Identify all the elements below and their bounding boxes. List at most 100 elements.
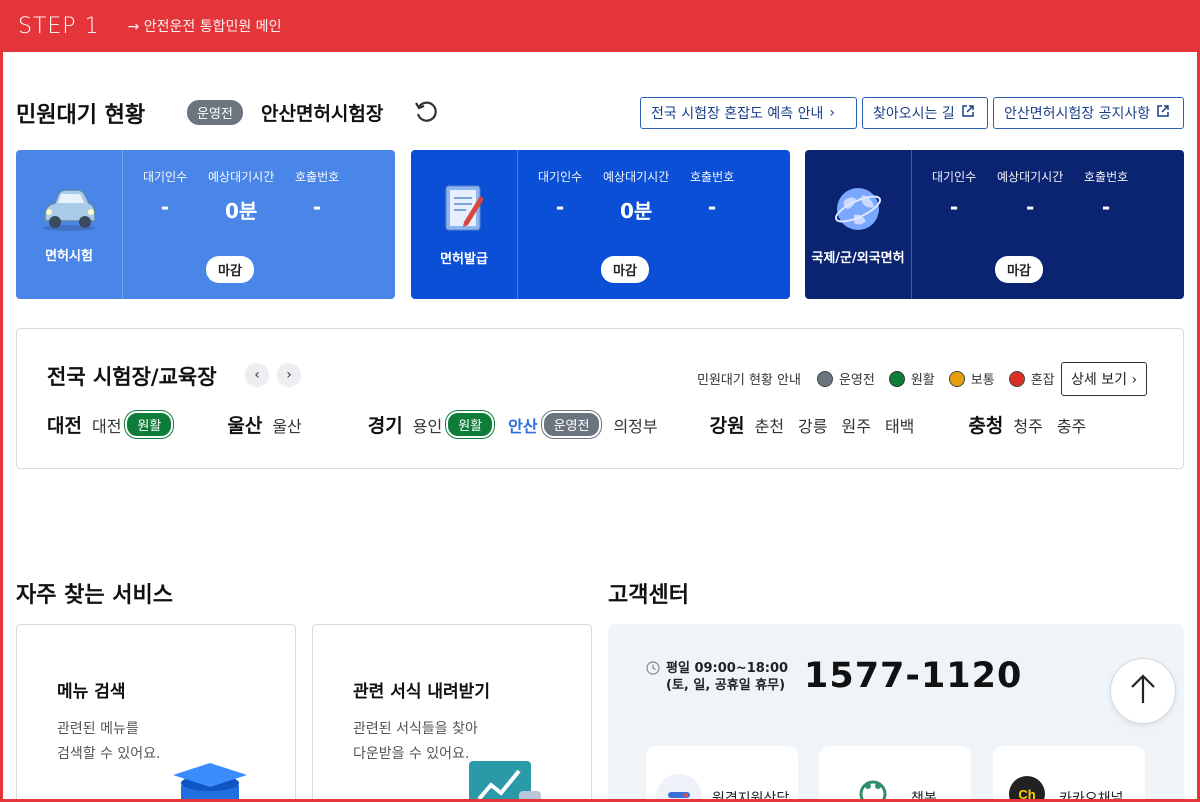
legend-dot xyxy=(888,370,905,387)
chevron-left-icon: ‹ xyxy=(254,367,260,383)
car-icon xyxy=(37,185,101,237)
scroll-top-button[interactable] xyxy=(1110,658,1176,724)
center-ansan[interactable]: 안산 xyxy=(508,413,537,437)
channel-label: 챗봇 xyxy=(911,791,937,799)
region-gangwon: 강원 xyxy=(709,415,745,437)
chevron-right-icon: › xyxy=(829,105,835,121)
region-gyeonggi: 경기 xyxy=(367,415,403,437)
prev-button[interactable]: ‹ xyxy=(245,363,269,387)
card-title: 메뉴 검색 xyxy=(57,682,126,702)
call-number: - xyxy=(707,195,717,219)
wait-time-label: 예상대기시간 xyxy=(603,170,670,184)
region-daejeon: 대전 xyxy=(47,415,82,437)
arrow-up-icon xyxy=(1129,673,1157,709)
clock-icon xyxy=(646,660,660,679)
center-taebaek[interactable]: 태백 xyxy=(885,413,914,437)
wait-card-international[interactable]: 국제/군/외국면허 대기인수 - 예상대기시간 - 호출번호 - 마감 xyxy=(805,150,1184,299)
center-daejeon[interactable]: 대전 xyxy=(92,413,121,437)
step-subtitle: → 안전운전 통합민원 메인 xyxy=(127,19,282,35)
center-wonju[interactable]: 원주 xyxy=(842,413,871,437)
call-number: - xyxy=(312,195,322,219)
waiting-count: - xyxy=(949,195,959,219)
main-content: 민원대기 현황 운영전 안산면허시험장 전국 시험장 혼잡도 예측 안내 › 찾… xyxy=(3,52,1197,799)
external-link-icon xyxy=(961,104,975,122)
waiting-count-label: 대기인수 xyxy=(143,170,188,184)
wait-card-head: 면허발급 xyxy=(411,150,518,299)
congestion-forecast-link[interactable]: 전국 시험장 혼잡도 예측 안내 › xyxy=(640,97,857,129)
card-label: 국제/군/외국면허 xyxy=(811,251,905,266)
congestion-forecast-label: 전국 시험장 혼잡도 예측 안내 xyxy=(651,106,824,122)
center-chungju[interactable]: 충주 xyxy=(1057,413,1086,437)
kakao-channel-card[interactable]: Ch 카카오채널 xyxy=(993,746,1145,799)
wait-time: - xyxy=(1025,195,1035,219)
chevron-right-icon: › xyxy=(286,367,292,383)
site-name: 안산면허시험장 xyxy=(261,103,384,125)
card-label: 면허발급 xyxy=(440,252,488,267)
region-ulsan: 울산 xyxy=(227,415,263,437)
directions-link[interactable]: 찾아오시는 길 xyxy=(862,97,988,129)
hours: 평일 09:00~18:00 (토, 일, 공휴일 휴무) xyxy=(666,660,788,694)
legend-label: 운영전 xyxy=(838,373,875,388)
legend-label: 보통 xyxy=(970,373,995,388)
wait-time: 0분 xyxy=(619,199,653,223)
notice-label: 안산면허시험장 공지사항 xyxy=(1004,106,1151,122)
call-number-label: 호출번호 xyxy=(1084,170,1129,184)
center-ulsan[interactable]: 울산 xyxy=(272,413,301,437)
chatbot-card[interactable]: 챗봇 xyxy=(819,746,971,799)
legend-dot xyxy=(816,370,833,387)
channel-label: 카카오채널 xyxy=(1059,791,1124,799)
center-chuncheon[interactable]: 춘천 xyxy=(755,413,784,437)
status-badge: 원활 xyxy=(125,411,174,438)
status-badge: 운영전 xyxy=(541,411,602,438)
notice-link[interactable]: 안산면허시험장 공지사항 xyxy=(993,97,1184,129)
wait-card-head: 국제/군/외국면허 xyxy=(805,150,912,299)
waiting-count: - xyxy=(160,195,170,219)
services-title: 자주 찾는 서비스 xyxy=(16,583,173,608)
call-number: - xyxy=(1101,195,1111,219)
kakao-icon: Ch xyxy=(1009,776,1045,799)
center-cheongju[interactable]: 청주 xyxy=(1013,413,1042,437)
form-download-card[interactable]: 관련 서식 내려받기 관련된 서식들을 찾아 다운받을 수 있어요. xyxy=(312,624,592,799)
status-legend: 민원대기 현황 안내 운영전 원활 보통 혼잡 xyxy=(697,369,1055,388)
status-badge: 원활 xyxy=(446,411,495,438)
legend-dot xyxy=(948,370,965,387)
graduation-cap-icon xyxy=(167,761,253,799)
legend-title: 민원대기 현황 안내 xyxy=(697,373,801,388)
call-number-label: 호출번호 xyxy=(295,170,340,184)
region-panel: 전국 시험장/교육장 ‹ › 민원대기 현황 안내 운영전 원활 보통 혼잡 상… xyxy=(16,328,1184,469)
chatbot-icon xyxy=(853,774,893,799)
waiting-count-label: 대기인수 xyxy=(538,170,583,184)
waiting-count-label: 대기인수 xyxy=(932,170,977,184)
card-label: 면허시험 xyxy=(45,249,93,264)
external-link-icon xyxy=(1156,104,1170,122)
region-list: 대전 대전 원활 울산 울산 경기 용인 원활 안산 운영전 의정부 강원 춘천… xyxy=(47,411,1100,438)
wait-card-exam[interactable]: 면허시험 대기인수 - 예상대기시간 0분 호출번호 - 마감 xyxy=(16,150,395,299)
closed-badge: 마감 xyxy=(206,256,254,283)
next-button[interactable]: › xyxy=(277,363,301,387)
closed-badge: 마감 xyxy=(995,256,1043,283)
wait-card-head: 면허시험 xyxy=(16,150,123,299)
step-title: STEP 1 xyxy=(18,13,100,39)
menu-search-card[interactable]: 메뉴 검색 관련된 메뉴를 검색할 수 있어요. xyxy=(16,624,296,799)
status-title: 민원대기 현황 xyxy=(16,103,146,128)
hours-text: 평일 09:00~18:00 xyxy=(666,661,789,676)
closed-badge: 마감 xyxy=(601,256,649,283)
card-desc: 관련된 서식들을 찾아 다운받을 수 있어요. xyxy=(353,721,478,762)
waiting-count: - xyxy=(555,195,565,219)
status-badge: 운영전 xyxy=(187,100,243,125)
detail-view-button[interactable]: 상세 보기 › xyxy=(1061,362,1148,396)
remote-support-icon xyxy=(656,774,702,799)
remote-support-card[interactable]: 원격지원상담 xyxy=(646,746,798,799)
phone-number[interactable]: 1577-1120 xyxy=(804,656,1022,696)
customer-center-panel: 평일 09:00~18:00 (토, 일, 공휴일 휴무) 1577-1120 … xyxy=(608,624,1184,799)
center-yongin[interactable]: 용인 xyxy=(413,413,442,437)
center-gangneung[interactable]: 강릉 xyxy=(798,413,827,437)
channel-label: 원격지원상담 xyxy=(712,791,790,799)
center-uijeongbu[interactable]: 의정부 xyxy=(613,413,657,437)
step-bar: STEP 1 → 안전운전 통합민원 메인 xyxy=(0,0,1200,52)
card-desc: 관련된 메뉴를 검색할 수 있어요. xyxy=(57,721,161,762)
call-number-label: 호출번호 xyxy=(690,170,735,184)
wait-card-issuance[interactable]: 면허발급 대기인수 - 예상대기시간 0분 호출번호 - 마감 xyxy=(411,150,790,299)
refresh-icon[interactable] xyxy=(413,99,439,125)
region-chungcheong: 충청 xyxy=(968,415,1004,437)
